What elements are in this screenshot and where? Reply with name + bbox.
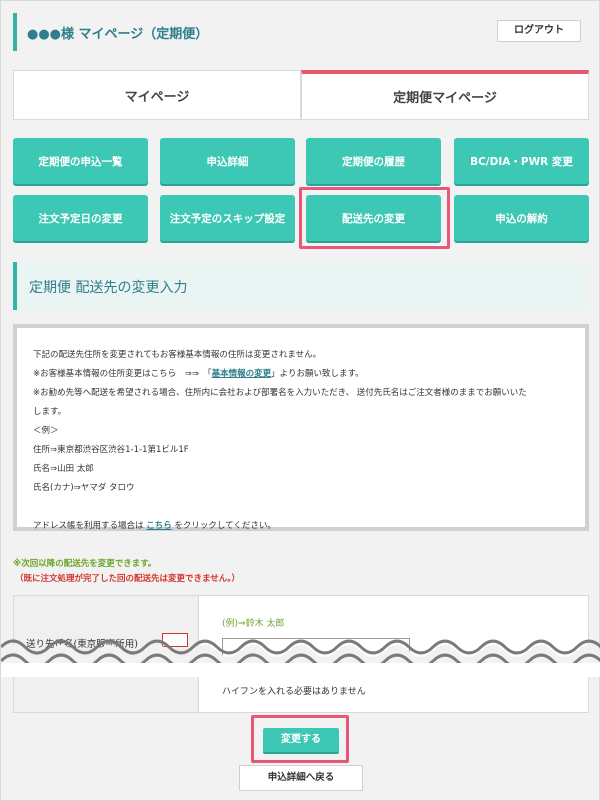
menu-skip-settings-button[interactable]: 注文予定のスキップ設定 <box>160 195 295 241</box>
notice-line: ※お勧め先等へ配送を希望される場合、住所内に会社および部署名を入力いただき、 送… <box>33 388 527 398</box>
notice-text-segment: 」よりお願い致します。 <box>271 369 364 379</box>
menu-subscription-history-button[interactable]: 定期便の履歴 <box>306 138 441 184</box>
notice-line: 氏名⇒山田 太郎 <box>33 464 94 474</box>
submit-change-button[interactable]: 変更する <box>263 728 339 752</box>
back-to-details-button[interactable]: 申込詳細へ戻る <box>239 765 363 791</box>
menu-order-details-button[interactable]: 申込詳細 <box>160 138 295 184</box>
page-title: ●●●様 マイページ（定期便） <box>27 27 209 42</box>
notice-text-segment: アドレス帳を利用する場合は <box>33 521 147 531</box>
torn-edge-divider <box>1 639 600 677</box>
note-warning: （既に注文処理が完了した回の配送先は変更できません。） <box>15 574 240 584</box>
notice-line: ＜例＞ <box>33 426 59 436</box>
page-frame: ●●●様 マイページ（定期便） ログアウト マイページ 定期便マイページ 定期便… <box>0 0 600 801</box>
logout-button[interactable]: ログアウト <box>497 20 581 42</box>
section-heading: 定期便 配送先の変更入力 <box>13 262 589 310</box>
notice-text-segment: ※お客様基本情報の住所変更はこちら ⇒⇒ 「 <box>33 369 212 379</box>
basic-info-change-link[interactable]: 基本情報の変更 <box>212 369 272 379</box>
tab-mypage[interactable]: マイページ <box>13 70 301 120</box>
notice-line: 氏名(カナ)⇒ヤマダ タロウ <box>33 483 135 493</box>
menu-subscription-list-button[interactable]: 定期便の申込一覧 <box>13 138 148 184</box>
address-book-link[interactable]: こちら <box>146 521 172 531</box>
notice-line: します。 <box>33 407 67 417</box>
notice-box: 下記の配送先住所を変更されてもお客様基本情報の住所は変更されません。 ※お客様基… <box>13 324 589 531</box>
menu-bc-dia-pwr-change-button[interactable]: BC/DIA・PWR 変更 <box>454 138 589 184</box>
note-editable: ※次回以降の配送先を変更できます。 <box>13 559 157 569</box>
menu-order-date-change-button[interactable]: 注文予定日の変更 <box>13 195 148 241</box>
section-title: 定期便 配送先の変更入力 <box>29 280 188 296</box>
form-hint: ハイフンを入れる必要はありません <box>222 687 366 697</box>
tab-bar: マイページ 定期便マイページ <box>13 70 589 120</box>
notice-line: 住所⇒東京都渋谷区渋谷1-1-1第1ビル1F <box>33 445 189 455</box>
notice-line: 下記の配送先住所を変更されてもお客様基本情報の住所は変更されません。 <box>33 350 322 360</box>
highlight-frame <box>299 187 450 249</box>
notice-line: ※お客様基本情報の住所変更はこちら ⇒⇒ 「基本情報の変更」よりお願い致します。 <box>33 365 573 384</box>
notice-text-segment: をクリックしてください。 <box>171 521 276 531</box>
notice-text: 下記の配送先住所を変更されてもお客様基本情報の住所は変更されません。 ※お客様基… <box>33 346 573 536</box>
notice-line: アドレス帳を利用する場合は こちら をクリックしてください。 <box>33 517 573 536</box>
menu-cancel-subscription-button[interactable]: 申込の解約 <box>454 195 589 241</box>
notice-spacer <box>33 498 573 517</box>
tab-subscription-mypage[interactable]: 定期便マイページ <box>301 70 589 120</box>
form-example: (例)⇒鈴木 太郎 <box>222 619 285 629</box>
